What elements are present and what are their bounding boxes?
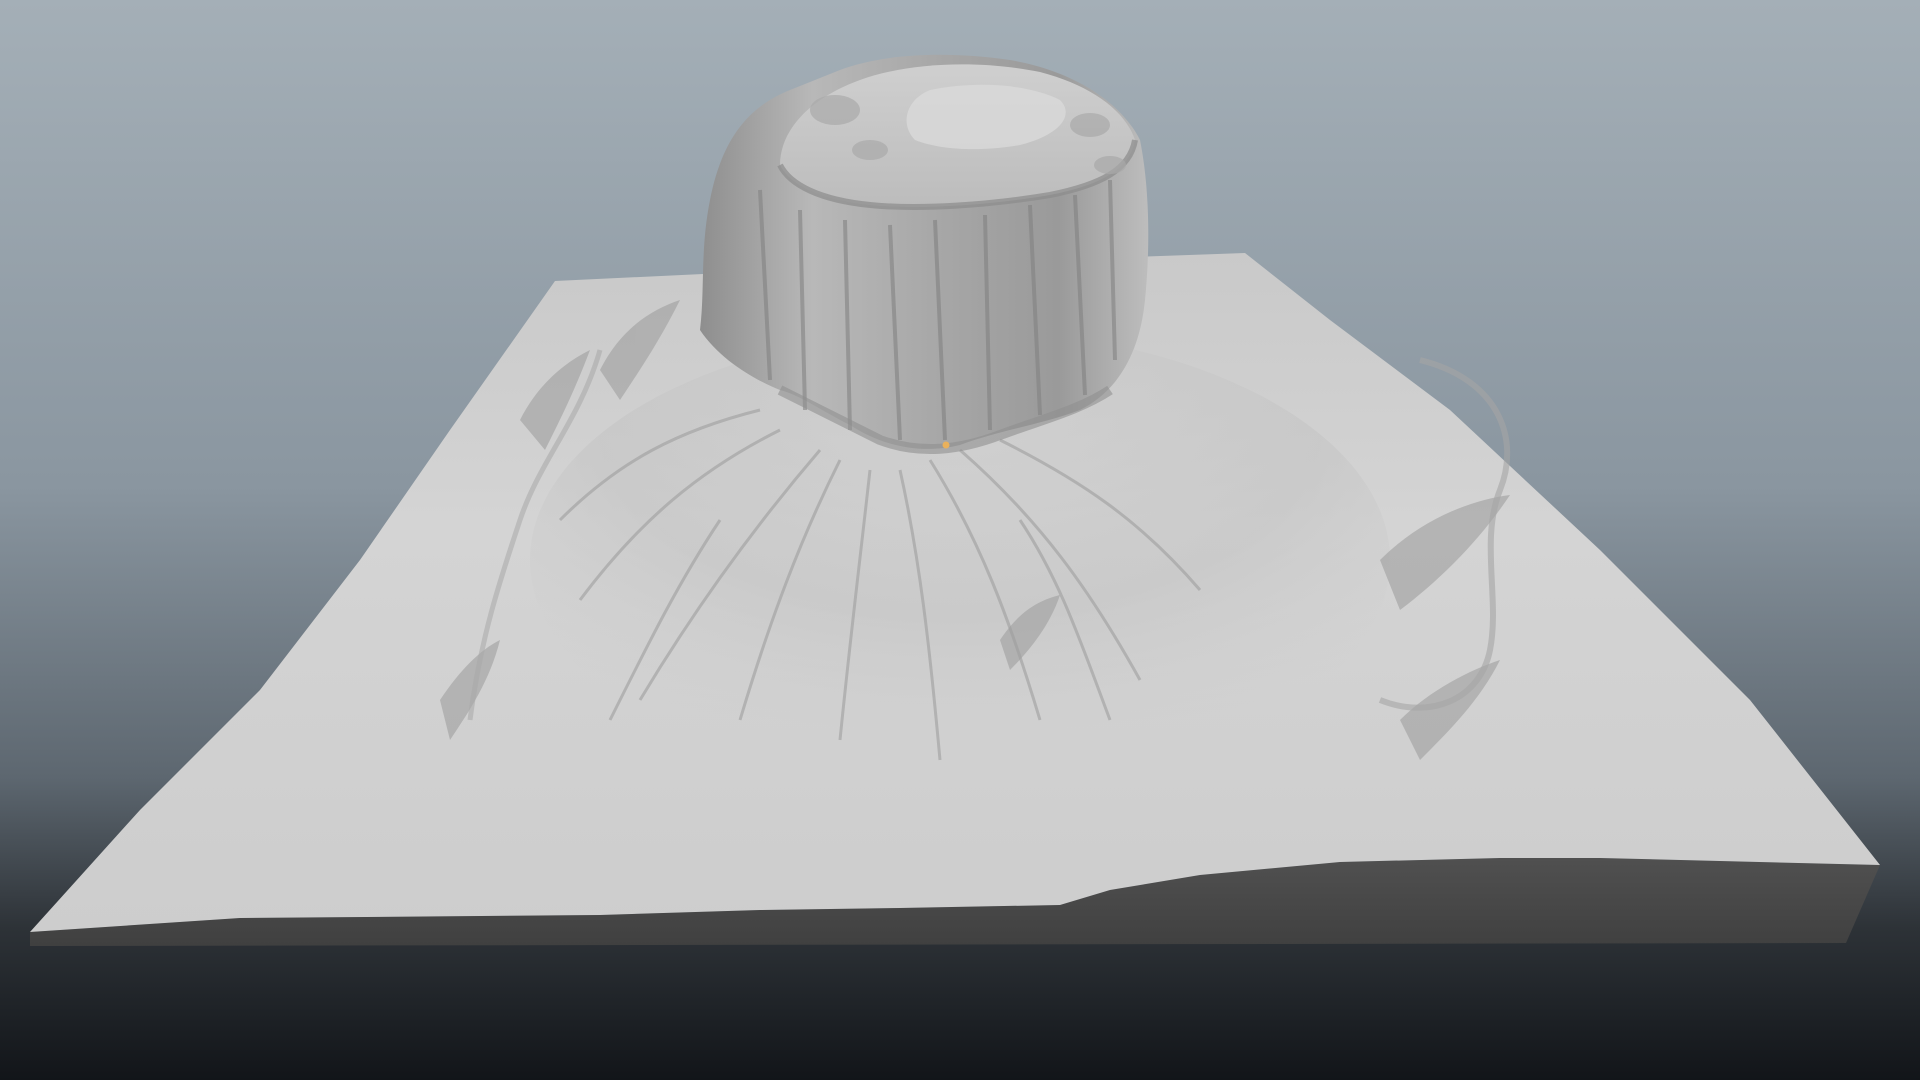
3d-viewport[interactable] xyxy=(0,0,1920,1080)
pivot-marker[interactable] xyxy=(942,441,950,449)
viewport-render xyxy=(0,0,1920,1080)
